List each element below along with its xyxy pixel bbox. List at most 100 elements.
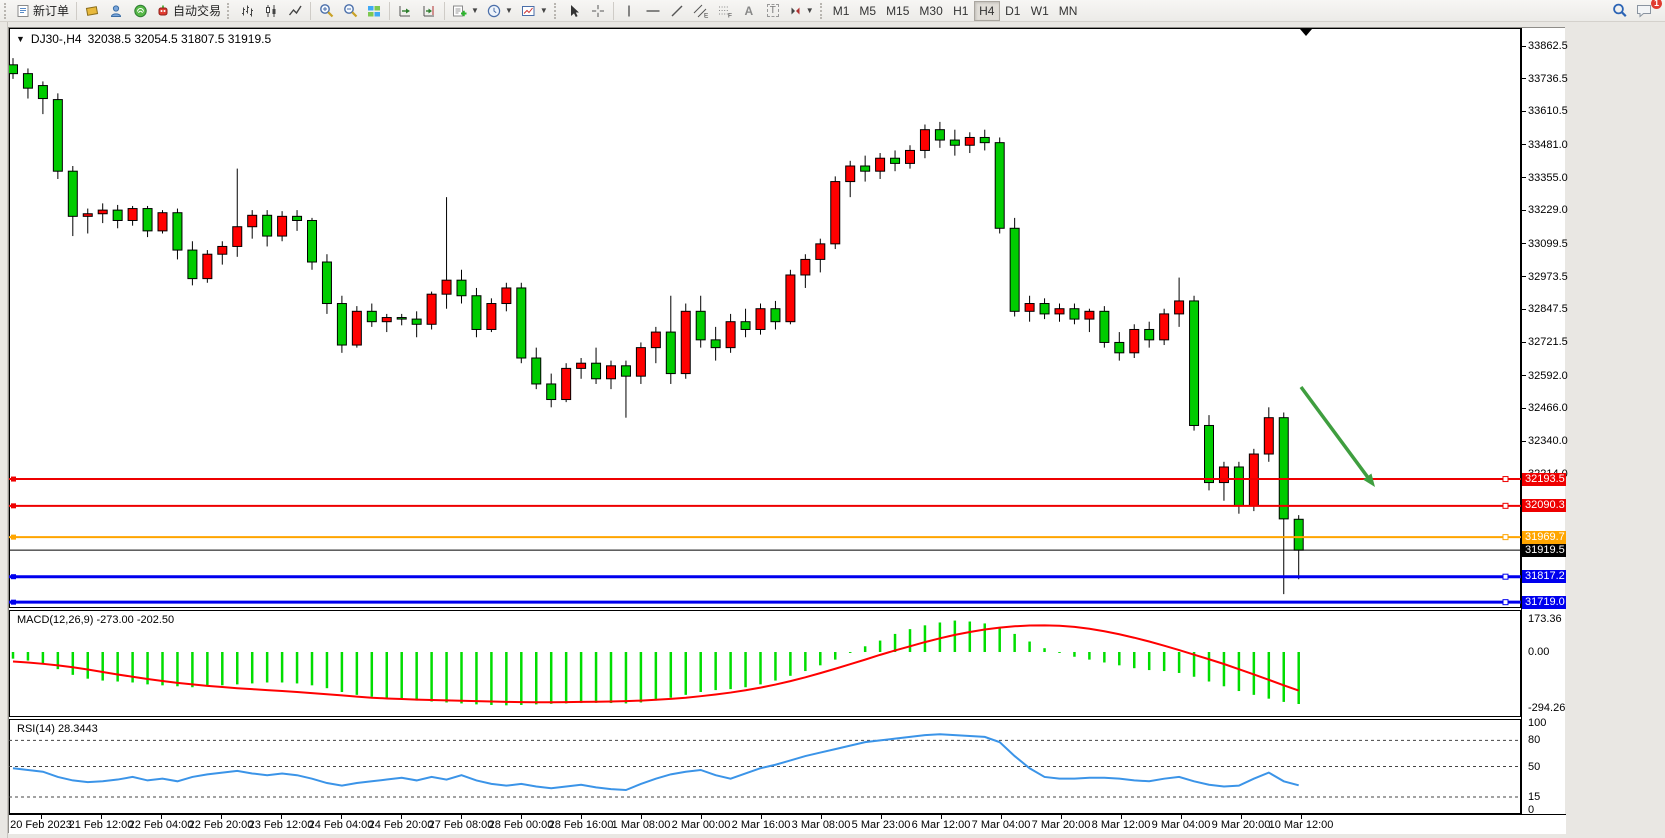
- dropdown-caret: ▼: [806, 6, 814, 15]
- svg-text:F: F: [728, 12, 732, 18]
- toolbar-grip[interactable]: [227, 3, 231, 19]
- channel-icon: E: [693, 4, 709, 18]
- hline-price-label: 31919.5: [1522, 544, 1566, 557]
- price-tick-mark: [1522, 408, 1526, 409]
- zoom-in-button[interactable]: [314, 1, 338, 21]
- arrows-button[interactable]: ▼: [785, 1, 818, 21]
- trendline-button[interactable]: [665, 1, 689, 21]
- candlestick-chart-button[interactable]: [259, 1, 283, 21]
- chart-shift-icon: [422, 4, 436, 18]
- one-click-trading-toggle[interactable]: ▼: [16, 34, 25, 44]
- dropdown-caret: ▼: [505, 6, 513, 15]
- price-axis[interactable]: 33862.5 33736.5 33610.5 33481.0 33355.0 33229…: [1521, 28, 1565, 814]
- separator: [76, 2, 77, 20]
- price-tick-label: 33229.0: [1528, 204, 1568, 216]
- auto-trading-label: 自动交易: [173, 2, 221, 19]
- hline-price-label: 31969.7: [1522, 531, 1566, 544]
- price-tick-label: 32466.0: [1528, 402, 1568, 414]
- hline-price-label: 32193.5: [1522, 473, 1566, 486]
- equidistant-channel-button[interactable]: E: [689, 1, 713, 21]
- periods-button[interactable]: ▼: [483, 1, 517, 21]
- timeframe-h4[interactable]: H4: [974, 1, 1000, 21]
- price-tick-label: 33099.5: [1528, 238, 1568, 250]
- arrows-icon: [789, 4, 802, 17]
- horizontal-line-icon: [645, 4, 661, 18]
- profile-button[interactable]: [104, 1, 128, 21]
- chart-symbol-period: DJ30-,H4: [31, 32, 82, 46]
- horizontal-line-button[interactable]: [641, 1, 665, 21]
- price-tick-mark: [1522, 441, 1526, 442]
- rsi-axis-label: 15: [1528, 791, 1540, 803]
- timeframe-mn[interactable]: MN: [1054, 1, 1083, 21]
- separator: [444, 2, 445, 20]
- price-tick-label: 33355.0: [1528, 172, 1568, 184]
- signals-button[interactable]: [128, 1, 152, 21]
- chat-badge: 1: [1651, 0, 1662, 9]
- metaquotes-button[interactable]: [80, 1, 104, 21]
- fibonacci-button[interactable]: F: [713, 1, 737, 21]
- price-tick-mark: [1522, 78, 1526, 79]
- timeframe-m30[interactable]: M30: [914, 1, 947, 21]
- auto-scroll-button[interactable]: [393, 1, 417, 21]
- timeframe-w1[interactable]: W1: [1026, 1, 1054, 21]
- crosshair-button[interactable]: [586, 1, 610, 21]
- hline-price-label: 32090.3: [1522, 499, 1566, 512]
- timeframe-m15[interactable]: M15: [881, 1, 914, 21]
- zoom-in-icon: [319, 3, 334, 18]
- separator: [310, 2, 311, 20]
- timeframe-m5[interactable]: M5: [854, 1, 881, 21]
- chart-shift-button[interactable]: [417, 1, 441, 21]
- crosshair-icon: [591, 4, 605, 18]
- template-chart-icon: [521, 4, 536, 18]
- time-axis[interactable]: 20 Feb 202321 Feb 12:0022 Feb 04:0022 Fe…: [9, 814, 1566, 834]
- line-chart-button[interactable]: [283, 1, 307, 21]
- new-order-label: 新订单: [33, 2, 69, 19]
- toolbar-grip[interactable]: [820, 3, 824, 19]
- timeframe-m1[interactable]: M1: [828, 1, 855, 21]
- gold-box-icon: [85, 4, 100, 18]
- price-tick-label: 33610.5: [1528, 105, 1568, 117]
- price-tick-mark: [1522, 46, 1526, 47]
- toolbar-grip[interactable]: [4, 3, 8, 19]
- price-tick-mark: [1522, 276, 1526, 277]
- price-tick-label: 33736.5: [1528, 73, 1568, 85]
- auto-trading-button[interactable]: 自动交易: [152, 1, 225, 21]
- timeframe-d1[interactable]: D1: [1000, 1, 1026, 21]
- person-icon: [109, 4, 123, 18]
- price-tick-label: 32847.5: [1528, 303, 1568, 315]
- price-tick-label: 33862.5: [1528, 40, 1568, 52]
- vertical-line-button[interactable]: [617, 1, 641, 21]
- new-chart-icon: [452, 4, 467, 18]
- dropdown-caret: ▼: [540, 6, 548, 15]
- search-button[interactable]: [1608, 1, 1632, 21]
- toolbar-grip[interactable]: [554, 3, 558, 19]
- auto-scroll-icon: [398, 4, 412, 18]
- bar-chart-button[interactable]: [235, 1, 259, 21]
- macd-axis-label: 173.36: [1528, 613, 1562, 625]
- toolbar: 新订单 自动交易: [0, 0, 1665, 22]
- macd-axis-label: -294.26: [1528, 702, 1565, 714]
- zoom-out-button[interactable]: [338, 1, 362, 21]
- timeframe-h1[interactable]: H1: [948, 1, 974, 21]
- new-order-button[interactable]: 新订单: [12, 1, 73, 21]
- hline-price-label: 31817.2: [1522, 570, 1566, 583]
- price-tick-label: 33481.0: [1528, 139, 1568, 151]
- price-tick-mark: [1522, 111, 1526, 112]
- price-tick-label: 32721.5: [1528, 336, 1568, 348]
- autotrading-robot-icon: [156, 4, 170, 18]
- signal-sphere-icon: [133, 4, 148, 18]
- chat-button[interactable]: 1: [1632, 1, 1657, 21]
- candlestick-icon: [264, 4, 278, 18]
- text-button[interactable]: A: [737, 1, 761, 21]
- price-tick-label: 32973.5: [1528, 271, 1568, 283]
- cursor-button[interactable]: [562, 1, 586, 21]
- macd-indicator-label: MACD(12,26,9) -273.00 -202.50: [17, 614, 174, 626]
- search-icon: [1612, 3, 1628, 19]
- tile-windows-button[interactable]: [362, 1, 386, 21]
- chart-canvas[interactable]: [9, 28, 1521, 814]
- window-left-edge: [0, 22, 8, 838]
- new-chart-button[interactable]: ▼: [448, 1, 483, 21]
- text-label-button[interactable]: T: [761, 1, 785, 21]
- templates-button[interactable]: ▼: [517, 1, 552, 21]
- fibonacci-icon: F: [717, 4, 733, 18]
